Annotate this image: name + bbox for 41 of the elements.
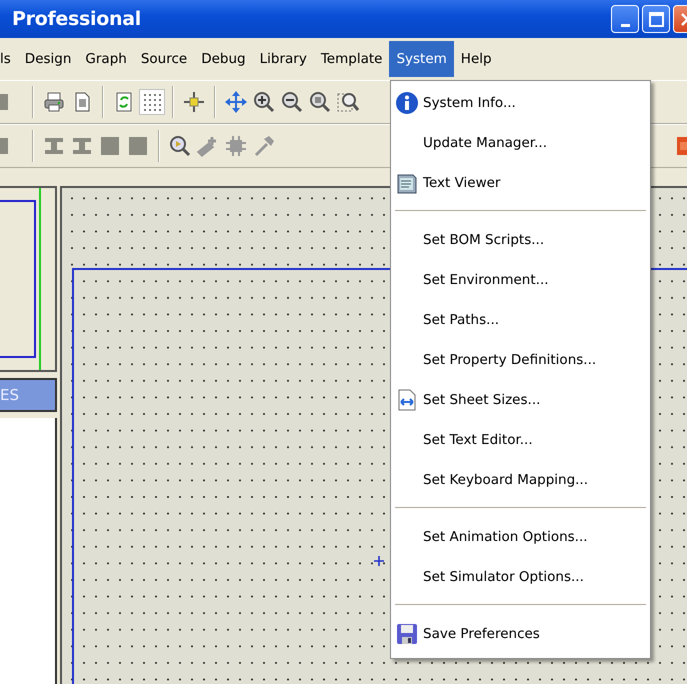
menu-item[interactable]: ls xyxy=(0,40,18,78)
zoom-out-icon[interactable] xyxy=(280,90,304,114)
menu-item[interactable]: Source xyxy=(134,40,194,78)
menu-option[interactable]: Set Text Editor... xyxy=(423,430,533,450)
menu-option[interactable]: Set Property Definitions... xyxy=(423,350,596,370)
block-icon[interactable] xyxy=(126,134,150,158)
menu-item[interactable]: Help xyxy=(454,40,499,78)
info-icon xyxy=(395,91,419,115)
menu-option[interactable]: Text Viewer xyxy=(423,172,500,194)
menu-option[interactable]: Set Animation Options... xyxy=(423,526,588,548)
grid-icon[interactable] xyxy=(140,90,164,114)
zoom-icon[interactable] xyxy=(308,90,332,114)
menu-item[interactable]: System xyxy=(389,40,454,78)
menu-item[interactable]: Graph xyxy=(78,40,134,78)
maximize-icon xyxy=(648,12,664,26)
menu-option[interactable]: Set BOM Scripts... xyxy=(423,230,544,250)
menu-item[interactable]: Library xyxy=(252,40,314,78)
menu-option[interactable]: Set Keyboard Mapping... xyxy=(423,470,588,490)
menu-item[interactable]: Debug xyxy=(194,40,253,78)
menu-item[interactable]: Template xyxy=(314,40,390,78)
cursor-cross-icon xyxy=(374,556,384,566)
block-icon[interactable] xyxy=(98,134,122,158)
menu-option[interactable]: Set Simulator Options... xyxy=(423,566,584,588)
panel-header: ES xyxy=(0,378,57,412)
menu-option[interactable]: Update Manager... xyxy=(423,132,547,154)
window-title: Professional xyxy=(12,6,141,32)
minimize-button[interactable] xyxy=(611,5,639,33)
menu-option[interactable]: Set Sheet Sizes... xyxy=(423,390,540,410)
magnifier-icon[interactable] xyxy=(168,134,192,158)
menu-option[interactable]: Set Paths... xyxy=(423,310,500,330)
maximize-button[interactable] xyxy=(642,5,670,33)
menu-option[interactable]: Set Environment... xyxy=(423,270,549,290)
zoom-in-icon[interactable] xyxy=(252,90,276,114)
zoom-area-icon[interactable] xyxy=(336,90,360,114)
menu-option[interactable]: Save Preferences xyxy=(423,624,540,644)
menu-option[interactable]: System Info... xyxy=(423,92,516,114)
printer-icon[interactable] xyxy=(42,90,66,114)
crosshair-icon[interactable] xyxy=(182,90,206,114)
move-arrows-icon[interactable] xyxy=(224,90,248,114)
menu-item[interactable]: Design xyxy=(18,40,78,78)
minimize-icon xyxy=(620,24,630,26)
